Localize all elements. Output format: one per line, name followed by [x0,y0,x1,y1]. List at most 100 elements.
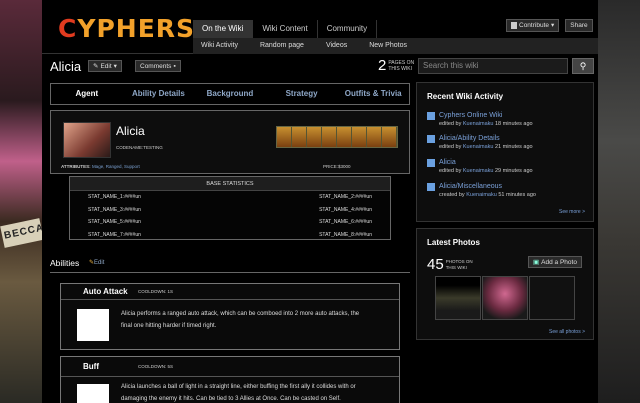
comments-button[interactable]: Comments ▪ [135,60,181,72]
stat-value: STAT_NAME_1:####un [88,194,141,200]
add-photo-button[interactable]: ▣ Add a Photo [528,256,582,268]
photo-thumbnail[interactable] [435,276,481,320]
activity-user[interactable]: Kuenaimaku [463,168,494,174]
edit-button[interactable]: ✎ Edit ▾ [88,60,122,72]
skill-icons [276,126,398,148]
page-title: Alicia [50,59,82,74]
pages-label-2: THIS WIKI [388,66,412,72]
tab-background[interactable]: Background [194,84,266,104]
contribute-button[interactable]: Contribute ▾ [506,19,560,32]
stat-value: STAT_NAME_8:####un [319,231,372,238]
chevron-down-icon: ▾ [551,22,555,29]
see-all-photos-link[interactable]: See all photos > [549,329,585,335]
activity-verb: edited by [439,144,462,150]
activity-verb: edited by [439,121,462,127]
stat-value: STAT_NAME_6:####un [319,219,372,225]
activity-link[interactable]: Alicia [439,158,533,167]
ability-cooldown: COOLDOWN: 1S [138,289,174,294]
photo-thumbnail[interactable] [482,276,528,320]
activity-user[interactable]: Kuenaimaku [466,192,497,198]
tab-ability-details[interactable]: Ability Details [123,84,195,104]
skill-icon [382,127,397,147]
nav-tab-wiki-content[interactable]: Wiki Content [253,20,318,38]
subnav-wiki-activity[interactable]: Wiki Activity [193,38,246,54]
edit-icon [427,135,435,143]
activity-time: 29 minutes ago [494,168,533,174]
character-attributes: ATTRIBUTES: Mage, Ranged, Support [61,164,140,169]
description-line: Alicia performs a ranged auto attack, wh… [121,311,360,317]
nav-tab-community[interactable]: Community [318,20,378,38]
activity-user[interactable]: Kuenaimaku [463,144,494,150]
add-photo-label: Add a Photo [541,258,577,266]
background-right [598,0,640,403]
activity-item: Alicia/Ability Details edited by Kuenaima… [427,134,533,151]
search-input[interactable]: Search this wiki [418,58,568,74]
photo-thumbnail[interactable] [529,276,575,320]
stat-value: STAT_NAME_7:####un [88,231,141,238]
subnav-videos[interactable]: Videos [318,38,355,54]
share-button[interactable]: Share [565,19,593,32]
skill-icon [292,127,307,147]
activity-verb: created by [439,192,465,198]
ability-card: Auto Attack COOLDOWN: 1S Alicia performs … [60,283,400,350]
latest-photos-title: Latest Photos [427,238,480,247]
ability-description: Alicia launches a ball of light in a str… [121,381,397,403]
pages-count: 2 [378,57,387,74]
skill-icon [307,127,322,147]
comment-icon: ▪ [173,62,176,70]
stats-row: STAT_NAME_5:####un STAT_NAME_6:####un [70,216,390,229]
nav-tab-on-the-wiki[interactable]: On the Wiki [193,20,254,38]
chevron-down-icon: ▾ [113,62,117,70]
divider [50,272,410,273]
base-statistics: BASE STATISTICS STAT_NAME_1:####un STAT_N… [69,176,391,240]
ability-header: Buff COOLDOWN: 5S [61,357,399,377]
activity-link[interactable]: Cyphers Online Wiki [439,111,533,120]
pages-counter: 2 PAGES ON THIS WIKI [378,58,414,74]
search-button[interactable]: ⚲ [572,58,594,74]
ability-card: Buff COOLDOWN: 5S Alicia launches a ball … [60,356,400,403]
ability-header: Auto Attack COOLDOWN: 1S [61,284,399,300]
ability-icon-placeholder [77,309,109,341]
description-line: damaging the enemy it hits. Can be tied … [121,396,341,402]
new-page-icon [427,183,435,191]
comments-label: Comments [140,62,172,70]
photos-counter: 45 PHOTOS ON THIS WIKI [427,256,473,273]
stats-header: BASE STATISTICS [70,177,390,191]
subnav-random-page[interactable]: Random page [252,38,312,54]
subnav-new-photos[interactable]: New Photos [361,38,415,54]
contribute-label: Contribute [519,22,549,29]
ability-name: Auto Attack [83,287,128,296]
character-price: PRICE:$3000 [323,164,351,169]
character-codename: CODENAME:TESTING [116,145,163,150]
main-nav: On the Wiki Wiki Content Community [193,20,378,38]
abilities-edit-link[interactable]: ✎Edit [89,259,104,266]
activity-user[interactable]: Kuenaimaku [463,121,494,127]
skill-icon [367,127,382,147]
photos-label-1: PHOTOS ON [445,258,473,264]
description-line: final one hitting harder if timed right. [121,323,217,329]
pencil-icon: ✎ [93,62,99,70]
site-logo[interactable]: CYPHERS [58,14,195,44]
tab-strategy[interactable]: Strategy [266,84,338,104]
activity-link[interactable]: Alicia/Miscellaneous [439,182,536,191]
tab-agent[interactable]: Agent [51,84,123,104]
activity-time: 51 minutes ago [498,192,536,198]
abilities-heading: Abilities [50,258,80,268]
photo-strip [435,276,575,320]
attributes-value[interactable]: Mage, Ranged, Support [92,164,140,169]
activity-link[interactable]: Alicia/Ability Details [439,134,533,143]
see-more-link[interactable]: See more > [559,209,585,215]
background-sign: BECCA [0,218,44,248]
skill-icon [322,127,337,147]
tab-outfits-trivia[interactable]: Outfits & Trivia [337,84,409,104]
search-icon: ⚲ [579,61,587,71]
attributes-label: ATTRIBUTES: [61,164,91,169]
stats-row: STAT_NAME_1:####un STAT_NAME_2:####un [70,191,390,204]
stat-value: STAT_NAME_4:####un [319,206,372,213]
ability-cooldown: COOLDOWN: 5S [138,364,174,369]
ability-icon-placeholder [77,384,109,403]
character-infobox: Alicia CODENAME:TESTING ATTRIBUTES: Mage… [50,110,410,174]
activity-time: 18 minutes ago [494,121,533,127]
character-portrait [63,122,111,158]
activity-time: 21 minutes ago [494,144,533,150]
